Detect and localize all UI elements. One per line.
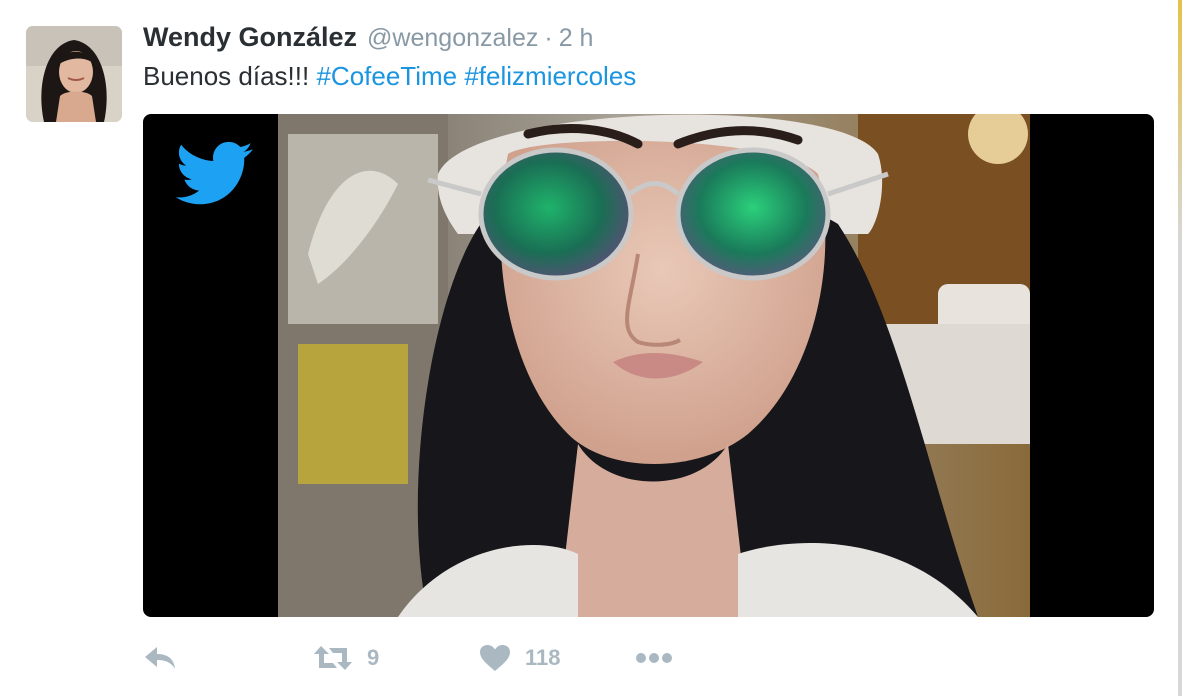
tweet-actions: 9 118 [143,636,673,680]
like-button[interactable]: 118 [479,644,635,672]
more-button[interactable] [635,652,673,664]
retweet-icon [314,646,352,670]
author-handle[interactable]: @wengonzalez [367,24,538,53]
twitter-bird-icon [176,141,253,205]
avatar-image [26,26,122,122]
more-dots-icon [636,653,672,663]
reply-icon [145,647,175,669]
author-name[interactable]: Wendy González [143,22,357,53]
tweet-photo[interactable] [278,114,1030,617]
tweet-timestamp[interactable]: 2 h [559,24,594,53]
heart-icon [480,645,510,671]
window-edge [1178,0,1182,696]
meta-separator: · [544,24,553,52]
avatar[interactable] [26,26,122,122]
tweet-text-plain: Buenos días!!! [143,61,317,91]
like-count: 118 [525,645,561,670]
retweet-button[interactable]: 9 [313,644,479,672]
hashtag-felizmiercoles[interactable]: #felizmiercoles [464,61,636,91]
tweet-text: Buenos días!!! #CofeeTime #felizmiercole… [143,61,636,92]
hashtag-cofeetime[interactable]: #CofeeTime [316,61,457,91]
retweet-count: 9 [367,645,380,670]
reply-button[interactable] [143,645,313,671]
selfie-image [278,114,1030,617]
tweet-media[interactable] [143,114,1154,617]
tweet-header: Wendy González @wengonzalez · 2 h [143,22,593,56]
